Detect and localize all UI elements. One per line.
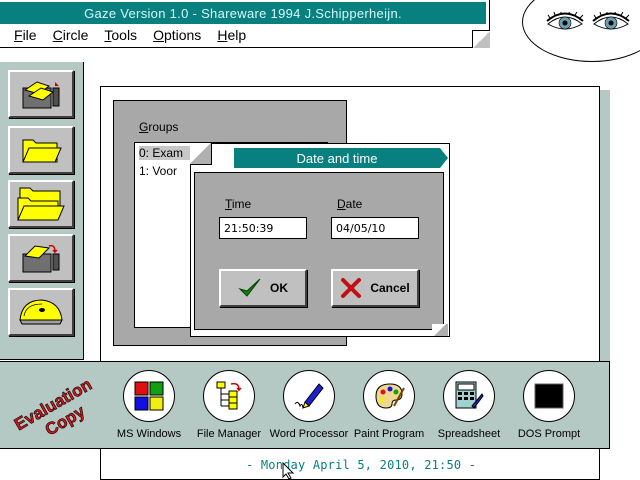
ok-label: OK [270,281,288,295]
ok-button[interactable]: OK [219,269,307,307]
open-cabinet-button[interactable] [8,70,74,118]
menu-bar: File Circle Tools Options Help [0,24,490,46]
cancel-label: Cancel [370,281,410,295]
file-manager-icon [216,381,242,410]
disk-icon [19,299,63,325]
launch-paint-program[interactable]: Paint Program [350,370,428,440]
menu-tools[interactable]: Tools [104,27,137,43]
menu-circle[interactable]: Circle [53,27,89,43]
app-window: Gaze Version 1.0 - Shareware 1994 J.Schi… [0,0,490,48]
windows-logo-icon [134,381,164,411]
left-toolbar [0,62,84,360]
right-eye-icon [592,12,630,30]
cancel-button[interactable]: Cancel [331,269,419,307]
menu-file[interactable]: File [14,27,37,43]
launch-file-manager[interactable]: File Manager [190,370,268,440]
launch-label: Spreadsheet [437,428,501,440]
calculator-icon [455,381,484,409]
folders-icon [17,187,65,221]
menu-options[interactable]: Options [153,27,201,43]
dialog-fold [190,143,212,165]
status-line: - Monday April 5, 2010, 21:50 - [246,458,477,472]
date-field[interactable]: 04/05/10 [331,217,419,239]
open-cabinet-icon [22,81,60,109]
open-folder-button[interactable] [8,126,74,174]
title-bar: Gaze Version 1.0 - Shareware 1994 J.Schi… [0,2,486,24]
dialog-corner [432,324,448,336]
groups-label: Groups [139,120,179,134]
time-field[interactable]: 21:50:39 [219,217,307,239]
launch-label: MS Windows [116,428,182,440]
dialog-body: Time 21:50:39 Date 04/05/10 OK Cancel [194,172,444,330]
date-label: Date [337,197,363,211]
cross-icon [341,278,362,298]
dialog-title-tail [440,148,448,168]
launch-spreadsheet[interactable]: Spreadsheet [430,370,508,440]
launch-label: Word Processor [269,428,349,440]
disk-button[interactable] [8,288,74,336]
app-title: Gaze Version 1.0 - Shareware 1994 J.Schi… [84,5,402,21]
launch-label: DOS Prompt [517,428,581,440]
cabinet-arrow-button[interactable] [8,234,74,282]
menu-help[interactable]: Help [217,27,246,43]
launch-label: File Manager [196,428,262,440]
launch-word-processor[interactable]: Word Processor [270,370,348,440]
time-label: Time [225,197,252,211]
palette-icon [375,383,405,409]
checkmark-icon [238,278,261,297]
dos-screen-icon [534,383,564,409]
launch-dos-prompt[interactable]: DOS Prompt [510,370,588,440]
mouse-cursor-icon [282,462,295,480]
cabinet-arrow-icon [22,244,60,273]
evaluation-stamp: Evaluation Copy [11,374,96,439]
left-eye-icon [546,12,584,30]
open-folder-icon [22,139,62,163]
folders-button[interactable] [8,180,74,228]
launch-ms-windows[interactable]: MS Windows [110,370,188,440]
launch-label: Paint Program [353,428,425,440]
pen-icon [294,383,324,409]
dialog-title: Date and time [234,148,440,168]
page-fold [472,30,490,48]
workspace-shadow [600,90,610,370]
